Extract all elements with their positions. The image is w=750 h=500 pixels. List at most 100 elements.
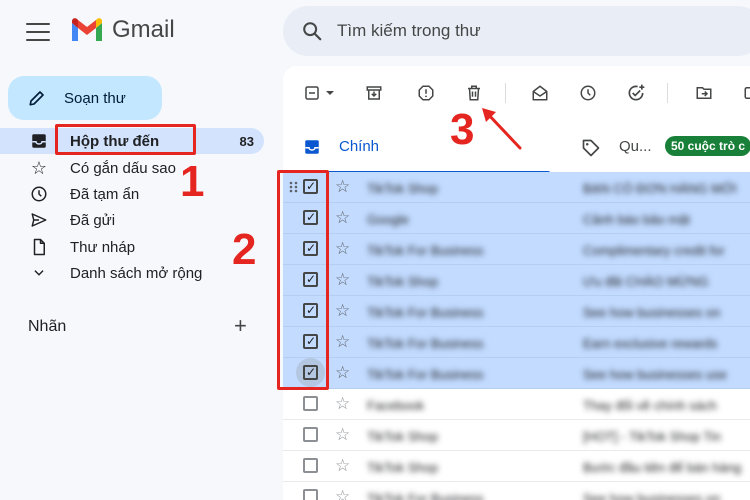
email-sender: Google	[367, 212, 409, 227]
email-row[interactable]: ☆ TikTok For Business See how businesses o…	[283, 482, 750, 500]
star-icon[interactable]: ☆	[335, 456, 350, 476]
email-sender: TikTok For Business	[367, 491, 484, 500]
email-sender: TikTok For Business	[367, 336, 484, 351]
report-spam-icon[interactable]	[415, 82, 437, 104]
promotions-new-badge: 50 cuộc trò c	[665, 136, 750, 156]
email-row[interactable]: ☆ Facebook Thay đổi về chính sách	[283, 389, 750, 420]
draft-icon	[30, 238, 48, 256]
snooze-icon[interactable]	[577, 82, 599, 104]
pencil-icon	[29, 91, 44, 106]
email-row[interactable]: ✓ ☆ TikTok For Business See how businesses …	[283, 296, 750, 327]
email-subject: [HOT] - TikTok Shop Tin	[583, 429, 721, 444]
gmail-m-icon	[72, 18, 102, 41]
star-icon[interactable]: ☆	[335, 394, 350, 414]
clock-icon	[30, 185, 48, 203]
sidebar-item-starred[interactable]: ☆ Có gắn dấu sao	[0, 155, 264, 181]
email-row[interactable]: ✓ ☆ Google Cảnh báo bảo mật	[283, 203, 750, 234]
delete-icon[interactable]	[463, 82, 485, 104]
email-sender: TikTok Shop	[367, 460, 439, 475]
sidebar-item-more[interactable]: Danh sách mở rộng	[0, 260, 264, 286]
star-icon[interactable]: ☆	[335, 208, 350, 228]
sidebar-item-drafts[interactable]: Thư nháp	[0, 234, 264, 260]
search-icon[interactable]	[301, 20, 323, 42]
email-checkbox[interactable]	[303, 427, 318, 442]
email-row[interactable]: ✓ ☆ TikTok Shop BẠN CÓ ĐƠN HÀNG MỚI	[283, 172, 750, 203]
email-subject: See how businesses use	[583, 367, 727, 382]
sidebar-item-sent[interactable]: Đã gửi	[0, 207, 264, 233]
annotation-number-3: 3	[450, 105, 475, 154]
add-label-button[interactable]: +	[234, 315, 247, 337]
email-row[interactable]: ✓ ☆ TikTok Shop Ưu đãi CHÀO MỪNG	[283, 265, 750, 296]
search-bar[interactable]	[283, 6, 750, 56]
star-icon[interactable]: ☆	[335, 239, 350, 259]
email-sender: TikTok For Business	[367, 367, 484, 382]
email-row[interactable]: ☆ TikTok Shop Bước đầu tiên để bán hàng	[283, 451, 750, 482]
annotation-arrow	[482, 108, 522, 150]
email-row[interactable]: ✓ ☆ TikTok For Business Earn exclusive rewa…	[283, 327, 750, 358]
email-row[interactable]: ☆ TikTok Shop [HOT] - TikTok Shop Tin	[283, 420, 750, 451]
email-sender: TikTok For Business	[367, 305, 484, 320]
compose-label: Soạn thư	[64, 89, 126, 107]
sidebar-item-label: Thư nháp	[70, 238, 136, 256]
label-icon[interactable]	[741, 82, 750, 104]
add-task-icon[interactable]	[625, 82, 647, 104]
tag-icon	[582, 139, 600, 157]
inbox-icon	[305, 140, 319, 154]
email-subject: See how businesses on	[583, 305, 721, 320]
email-subject: Bước đầu tiên để bán hàng	[583, 460, 742, 475]
compose-button[interactable]: Soạn thư	[8, 76, 162, 120]
email-row[interactable]: ✓ ☆ TikTok For Business Complimentary credi…	[283, 234, 750, 265]
sidebar-item-label: Danh sách mở rộng	[70, 264, 203, 282]
chevron-down-icon	[30, 264, 48, 282]
main-menu-button[interactable]	[24, 20, 52, 44]
email-sender: TikTok Shop	[367, 429, 439, 444]
email-subject: Complimentary credit for	[583, 243, 725, 258]
email-list: ✓ ☆ TikTok Shop BẠN CÓ ĐƠN HÀNG MỚI ✓ ☆ Google…	[283, 172, 750, 500]
sidebar-item-snoozed[interactable]: Đã tạm ẩn	[0, 181, 264, 207]
email-checkbox[interactable]	[303, 396, 318, 411]
inbox-unread-count: 83	[239, 133, 254, 149]
email-subject: BẠN CÓ ĐƠN HÀNG MỚI	[583, 181, 737, 196]
email-checkbox[interactable]	[303, 489, 318, 500]
email-subject: Ưu đãi CHÀO MỪNG	[583, 274, 709, 289]
email-sender: Facebook	[367, 398, 425, 413]
select-all-checkbox-icon[interactable]	[301, 82, 323, 104]
send-icon	[30, 211, 48, 229]
gmail-logo[interactable]: Gmail	[70, 16, 175, 44]
star-icon[interactable]: ☆	[335, 425, 350, 445]
email-subject: Cảnh báo bảo mật	[583, 212, 690, 227]
sidebar-item-label: Đã tạm ẩn	[70, 185, 140, 203]
email-sender: TikTok For Business	[367, 243, 484, 258]
email-row[interactable]: ✓ ☆ TikTok For Business See how businesses …	[283, 358, 750, 389]
move-to-icon[interactable]	[693, 82, 715, 104]
annotation-number-2: 2	[232, 225, 257, 274]
star-icon[interactable]: ☆	[335, 177, 350, 197]
star-icon[interactable]: ☆	[335, 487, 350, 500]
annotation-number-1: 1	[180, 157, 205, 206]
inbox-icon	[30, 132, 48, 150]
sidebar-item-label: Đã gửi	[70, 211, 116, 229]
annotation-box-checkboxes	[277, 170, 329, 390]
star-icon[interactable]: ☆	[335, 270, 350, 290]
email-subject: Earn exclusive rewards	[583, 336, 718, 351]
email-checkbox[interactable]	[303, 458, 318, 473]
labels-heading: Nhãn	[28, 318, 67, 335]
sidebar-item-label: Có gắn dấu sao	[70, 159, 176, 177]
email-sender: TikTok Shop	[367, 181, 439, 196]
archive-icon[interactable]	[363, 82, 385, 104]
tab-promotions-label: Qu...	[619, 138, 652, 155]
star-icon[interactable]: ☆	[335, 363, 350, 383]
email-subject: Thay đổi về chính sách	[583, 398, 717, 413]
star-icon: ☆	[30, 157, 48, 178]
email-subject: See how businesses on	[583, 491, 721, 500]
annotation-box-inbox	[55, 124, 196, 155]
search-input[interactable]	[337, 21, 717, 41]
toolbar-divider	[505, 83, 506, 103]
tab-primary-label: Chính	[339, 138, 380, 155]
star-icon[interactable]: ☆	[335, 301, 350, 321]
mark-read-icon[interactable]	[529, 82, 551, 104]
star-icon[interactable]: ☆	[335, 332, 350, 352]
email-sender: TikTok Shop	[367, 274, 439, 289]
gmail-wordmark: Gmail	[112, 16, 175, 43]
select-dropdown-icon[interactable]	[323, 82, 337, 104]
